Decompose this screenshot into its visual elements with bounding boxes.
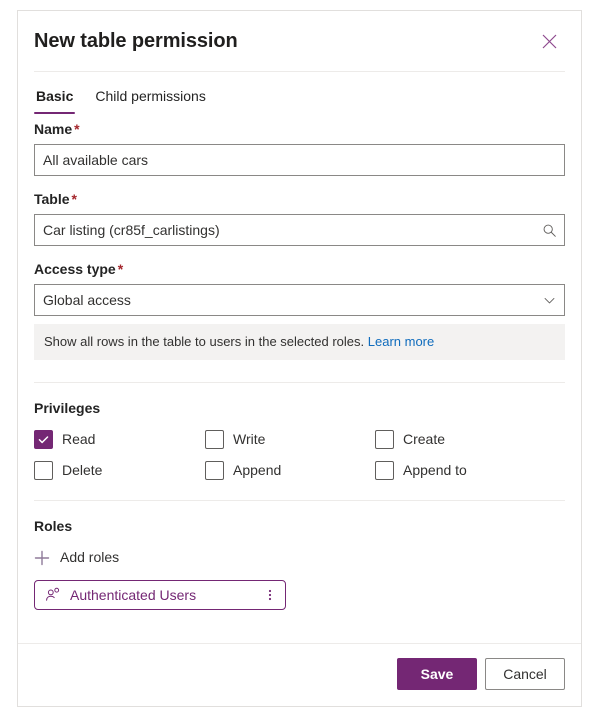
table-label: Table * (34, 190, 565, 209)
dialog-header: New table permission (18, 11, 581, 71)
checkmark-icon (375, 461, 394, 480)
learn-more-link[interactable]: Learn more (368, 334, 434, 349)
close-button[interactable] (533, 25, 565, 57)
search-icon[interactable] (540, 221, 558, 239)
name-input[interactable] (35, 145, 564, 175)
checkmark-icon (205, 461, 224, 480)
checkmark-icon (375, 430, 394, 449)
access-type-hint-text: Show all rows in the table to users in t… (44, 334, 365, 349)
access-type-label-text: Access type (34, 261, 116, 277)
checkbox-read-label: Read (62, 431, 96, 447)
tab-child-permissions[interactable]: Child permissions (93, 87, 207, 114)
access-type-required-marker: * (117, 261, 124, 277)
save-button[interactable]: Save (397, 658, 477, 690)
name-label-text: Name (34, 121, 73, 137)
table-required-marker: * (71, 191, 77, 207)
checkbox-append[interactable]: Append (205, 461, 375, 480)
checkbox-create[interactable]: Create (375, 430, 565, 449)
role-chip-authenticated-users[interactable]: Authenticated Users (34, 580, 286, 610)
checkbox-append-label: Append (233, 462, 282, 478)
privileges-title: Privileges (34, 400, 101, 416)
plus-icon (34, 550, 50, 566)
checkmark-icon (205, 430, 224, 449)
table-input-wrap[interactable] (34, 214, 565, 246)
tab-basic[interactable]: Basic (34, 87, 76, 114)
privileges-grid: Read Write Create Delete Append Append t… (34, 430, 565, 480)
tab-list: Basic Child permissions (18, 72, 581, 114)
field-access-type: Access type * Global access Show all rows… (34, 260, 565, 360)
close-icon (542, 34, 557, 49)
cancel-button[interactable]: Cancel (485, 658, 565, 690)
field-name: Name * (34, 120, 565, 176)
name-label: Name * (34, 120, 565, 139)
tab-basic-label: Basic (36, 88, 74, 104)
more-vertical-icon[interactable] (261, 584, 279, 606)
new-table-permission-dialog: New table permission Basic Child permiss… (17, 10, 582, 707)
checkbox-append-to[interactable]: Append to (375, 461, 565, 480)
name-input-wrap[interactable] (34, 144, 565, 176)
checkmark-icon (34, 430, 53, 449)
checkbox-append-to-label: Append to (403, 462, 467, 478)
table-input[interactable] (35, 215, 564, 245)
checkbox-delete[interactable]: Delete (34, 461, 205, 480)
person-role-icon (45, 587, 61, 603)
dialog-body: Name* Table* (18, 114, 581, 643)
checkmark-icon (34, 461, 53, 480)
access-type-hint: Show all rows in the table to users in t… (34, 324, 565, 360)
checkbox-delete-label: Delete (62, 462, 103, 478)
checkbox-read[interactable]: Read (34, 430, 205, 449)
name-required-marker: * (74, 121, 80, 137)
checkbox-write[interactable]: Write (205, 430, 375, 449)
chevron-down-icon[interactable] (540, 291, 558, 309)
role-chip-label: Authenticated Users (70, 587, 197, 603)
roles-divider (34, 500, 565, 501)
checkbox-create-label: Create (403, 431, 446, 447)
table-label-text: Table (34, 191, 70, 207)
add-roles-label: Add roles (60, 549, 120, 565)
dialog-footer: Save Cancel (18, 643, 581, 706)
page-title: New table permission (34, 30, 238, 52)
access-type-value: Global access (43, 292, 131, 308)
access-type-label: Access type * (34, 260, 565, 279)
tab-child-permissions-label: Child permissions (95, 88, 206, 104)
field-table: Table * (34, 190, 565, 246)
add-roles-button[interactable]: Add roles (34, 548, 119, 567)
access-type-select[interactable]: Global access (34, 284, 565, 316)
checkbox-write-label: Write (233, 431, 266, 447)
privileges-divider (34, 382, 565, 383)
roles-title: Roles (34, 518, 73, 534)
